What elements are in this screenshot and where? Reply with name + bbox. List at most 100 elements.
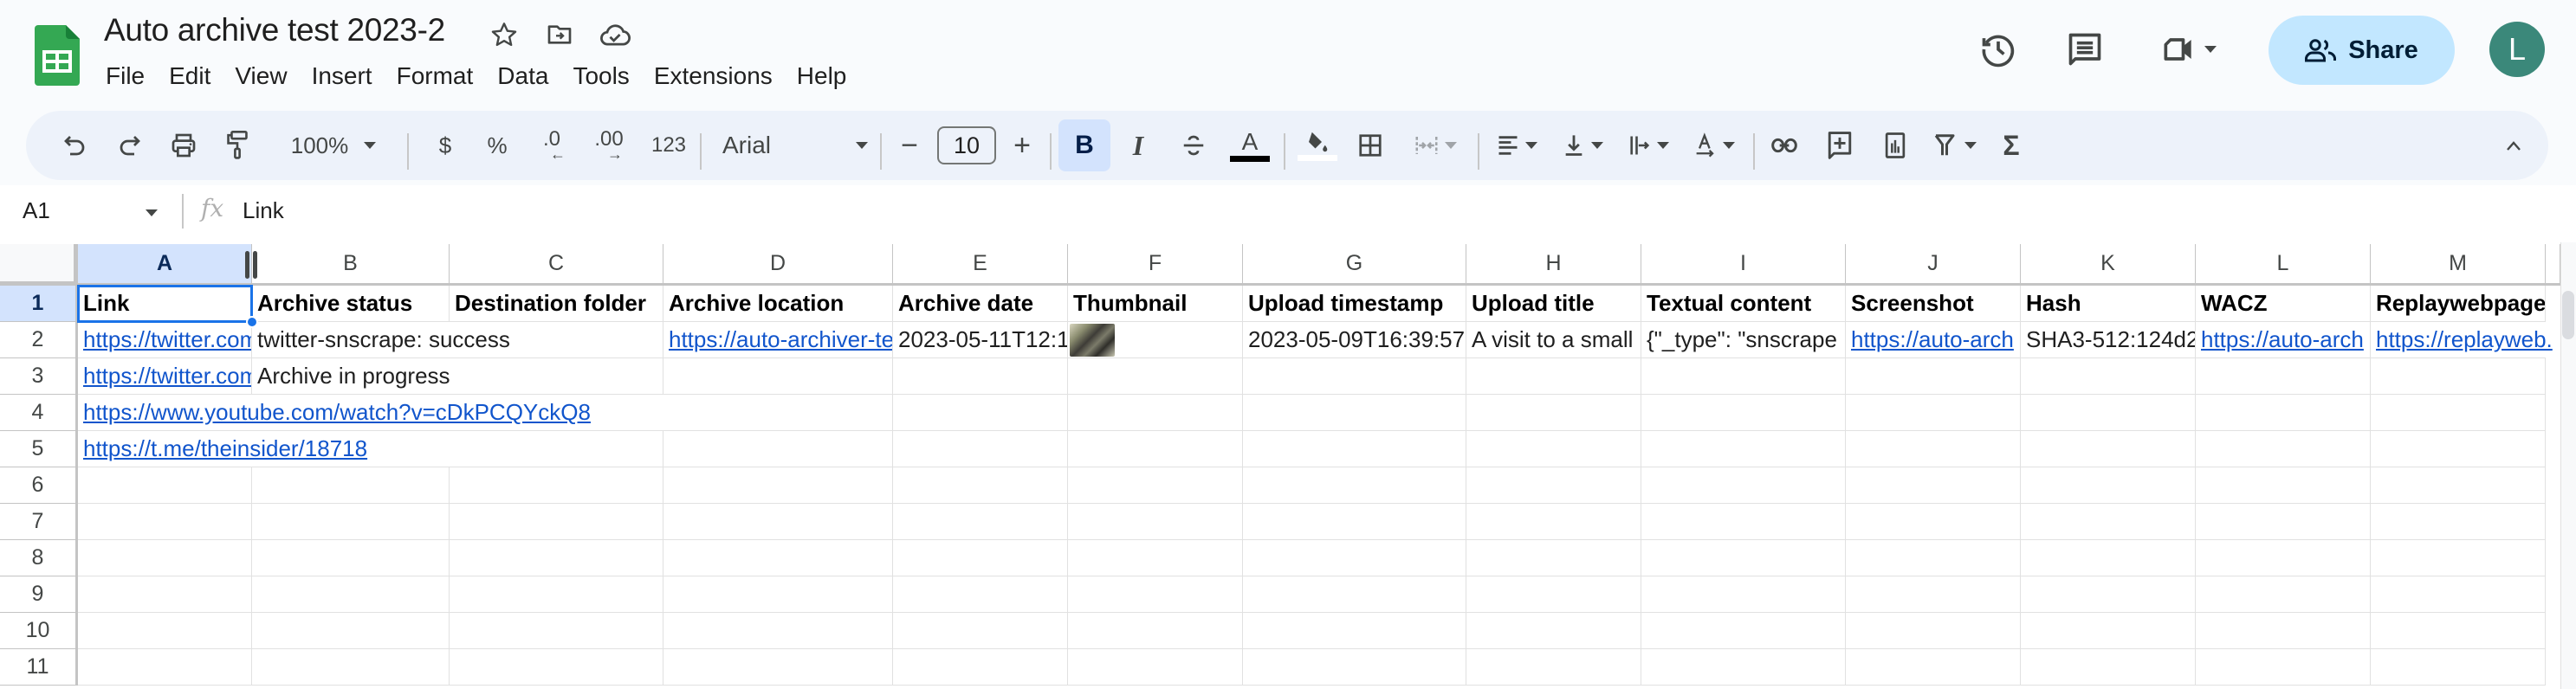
sheets-logo-icon[interactable]	[35, 25, 80, 86]
cell-c11[interactable]	[450, 649, 663, 686]
column-header-e[interactable]: E	[893, 244, 1068, 286]
cell-d7[interactable]	[663, 504, 893, 540]
cell-e7[interactable]	[893, 504, 1068, 540]
cell-m5[interactable]	[2371, 431, 2546, 467]
cell-j11[interactable]	[1846, 649, 2021, 686]
cell-c6[interactable]	[450, 467, 663, 504]
column-header-a[interactable]: A	[78, 244, 252, 286]
menu-insert[interactable]: Insert	[300, 59, 385, 93]
cell-k6[interactable]	[2021, 467, 2196, 504]
column-header-j[interactable]: J	[1846, 244, 2021, 286]
cell-h5[interactable]	[1466, 431, 1641, 467]
cell-l10[interactable]	[2196, 613, 2371, 649]
cell-f8[interactable]	[1068, 540, 1243, 576]
cell-c1[interactable]: Destination folder	[450, 286, 663, 322]
cell-b2[interactable]: twitter-snscrape: success	[252, 322, 510, 358]
cell-b3[interactable]: Archive in progress	[252, 358, 450, 395]
star-icon[interactable]	[487, 17, 521, 52]
cell-a4[interactable]: https://www.youtube.com/watch?v=cDkPCQYc…	[78, 395, 591, 431]
menu-view[interactable]: View	[223, 59, 299, 93]
insert-comment-icon[interactable]	[1821, 126, 1859, 164]
strikethrough-icon[interactable]	[1175, 126, 1213, 164]
cell-k7[interactable]	[2021, 504, 2196, 540]
cell-text[interactable]: https://auto-arch	[1851, 326, 2014, 353]
cell-m1[interactable]: Replaywebpage	[2371, 286, 2546, 322]
text-color-button[interactable]: A	[1228, 126, 1272, 164]
cell-text[interactable]: https://replayweb.	[2376, 326, 2553, 353]
column-header-l[interactable]: L	[2196, 244, 2371, 286]
cell-c7[interactable]	[450, 504, 663, 540]
functions-sigma-icon[interactable]: Σ	[1992, 126, 2030, 164]
cell-k2[interactable]: SHA3-512:124d2	[2021, 322, 2196, 358]
horizontal-align-icon[interactable]	[1490, 126, 1544, 164]
column-header-h[interactable]: H	[1466, 244, 1641, 286]
cell-e8[interactable]	[893, 540, 1068, 576]
cell-j2[interactable]: https://auto-arch	[1846, 322, 2021, 358]
undo-icon[interactable]	[55, 126, 94, 164]
row-header-2[interactable]: 2	[0, 322, 78, 358]
cell-g4[interactable]	[1243, 395, 1466, 431]
cell-i1[interactable]: Textual content	[1641, 286, 1846, 322]
cell-d2[interactable]: https://auto-archiver-te	[663, 322, 893, 358]
cell-j5[interactable]	[1846, 431, 2021, 467]
cell-l7[interactable]	[2196, 504, 2371, 540]
cloud-saved-icon[interactable]	[598, 17, 632, 52]
row-header-9[interactable]: 9	[0, 576, 78, 613]
more-formats-button[interactable]: 123	[643, 126, 695, 164]
cell-l2[interactable]: https://auto-arch	[2196, 322, 2371, 358]
row-header-4[interactable]: 4	[0, 395, 78, 431]
cell-l9[interactable]	[2196, 576, 2371, 613]
cell-i2[interactable]: {"_type": "snscrape	[1641, 322, 1846, 358]
cell-f11[interactable]	[1068, 649, 1243, 686]
cell-k5[interactable]	[2021, 431, 2196, 467]
increase-font-size-icon[interactable]: +	[1005, 126, 1039, 164]
font-family-select[interactable]: Arial	[717, 126, 873, 164]
text-wrapping-icon[interactable]	[1621, 126, 1675, 164]
cell-a11[interactable]	[78, 649, 252, 686]
name-box[interactable]: A1	[23, 197, 50, 224]
share-button[interactable]: Share	[2269, 16, 2455, 85]
cell-m4[interactable]	[2371, 395, 2546, 431]
cell-f7[interactable]	[1068, 504, 1243, 540]
row-header-5[interactable]: 5	[0, 431, 78, 467]
cell-g7[interactable]	[1243, 504, 1466, 540]
cell-h10[interactable]	[1466, 613, 1641, 649]
paint-format-icon[interactable]	[218, 126, 256, 164]
cell-m11[interactable]	[2371, 649, 2546, 686]
fill-color-icon[interactable]	[1296, 126, 1339, 164]
cell-j4[interactable]	[1846, 395, 2021, 431]
cell-d6[interactable]	[663, 467, 893, 504]
font-size-input[interactable]: 10	[935, 126, 998, 164]
cell-h7[interactable]	[1466, 504, 1641, 540]
cell-k8[interactable]	[2021, 540, 2196, 576]
cell-g6[interactable]	[1243, 467, 1466, 504]
cell-g11[interactable]	[1243, 649, 1466, 686]
cell-a2[interactable]: https://twitter.com	[78, 322, 252, 358]
row-header-8[interactable]: 8	[0, 540, 78, 576]
cell-d4[interactable]	[663, 395, 893, 431]
cell-e5[interactable]	[893, 431, 1068, 467]
menu-tools[interactable]: Tools	[560, 59, 641, 93]
vertical-scrollbar-thumb[interactable]	[2562, 291, 2574, 339]
cell-a5[interactable]: https://t.me/theinsider/18718	[78, 431, 367, 467]
cell-d5[interactable]	[663, 431, 893, 467]
formula-input[interactable]: Link	[243, 197, 284, 224]
cell-g1[interactable]: Upload timestamp	[1243, 286, 1466, 322]
bold-button[interactable]: B	[1058, 119, 1110, 171]
cell-a1[interactable]: Link	[78, 286, 252, 322]
cell-k4[interactable]	[2021, 395, 2196, 431]
cell-l6[interactable]	[2196, 467, 2371, 504]
cell-h8[interactable]	[1466, 540, 1641, 576]
cell-j9[interactable]	[1846, 576, 2021, 613]
cell-l1[interactable]: WACZ	[2196, 286, 2371, 322]
cell-h6[interactable]	[1466, 467, 1641, 504]
cell-j1[interactable]: Screenshot	[1846, 286, 2021, 322]
decrease-decimal-button[interactable]: .0 ←	[530, 126, 573, 164]
cell-h9[interactable]	[1466, 576, 1641, 613]
cell-i4[interactable]	[1641, 395, 1846, 431]
cell-f6[interactable]	[1068, 467, 1243, 504]
cell-b7[interactable]	[252, 504, 450, 540]
cell-j6[interactable]	[1846, 467, 2021, 504]
borders-icon[interactable]	[1351, 126, 1389, 164]
move-to-folder-icon[interactable]	[542, 17, 577, 52]
